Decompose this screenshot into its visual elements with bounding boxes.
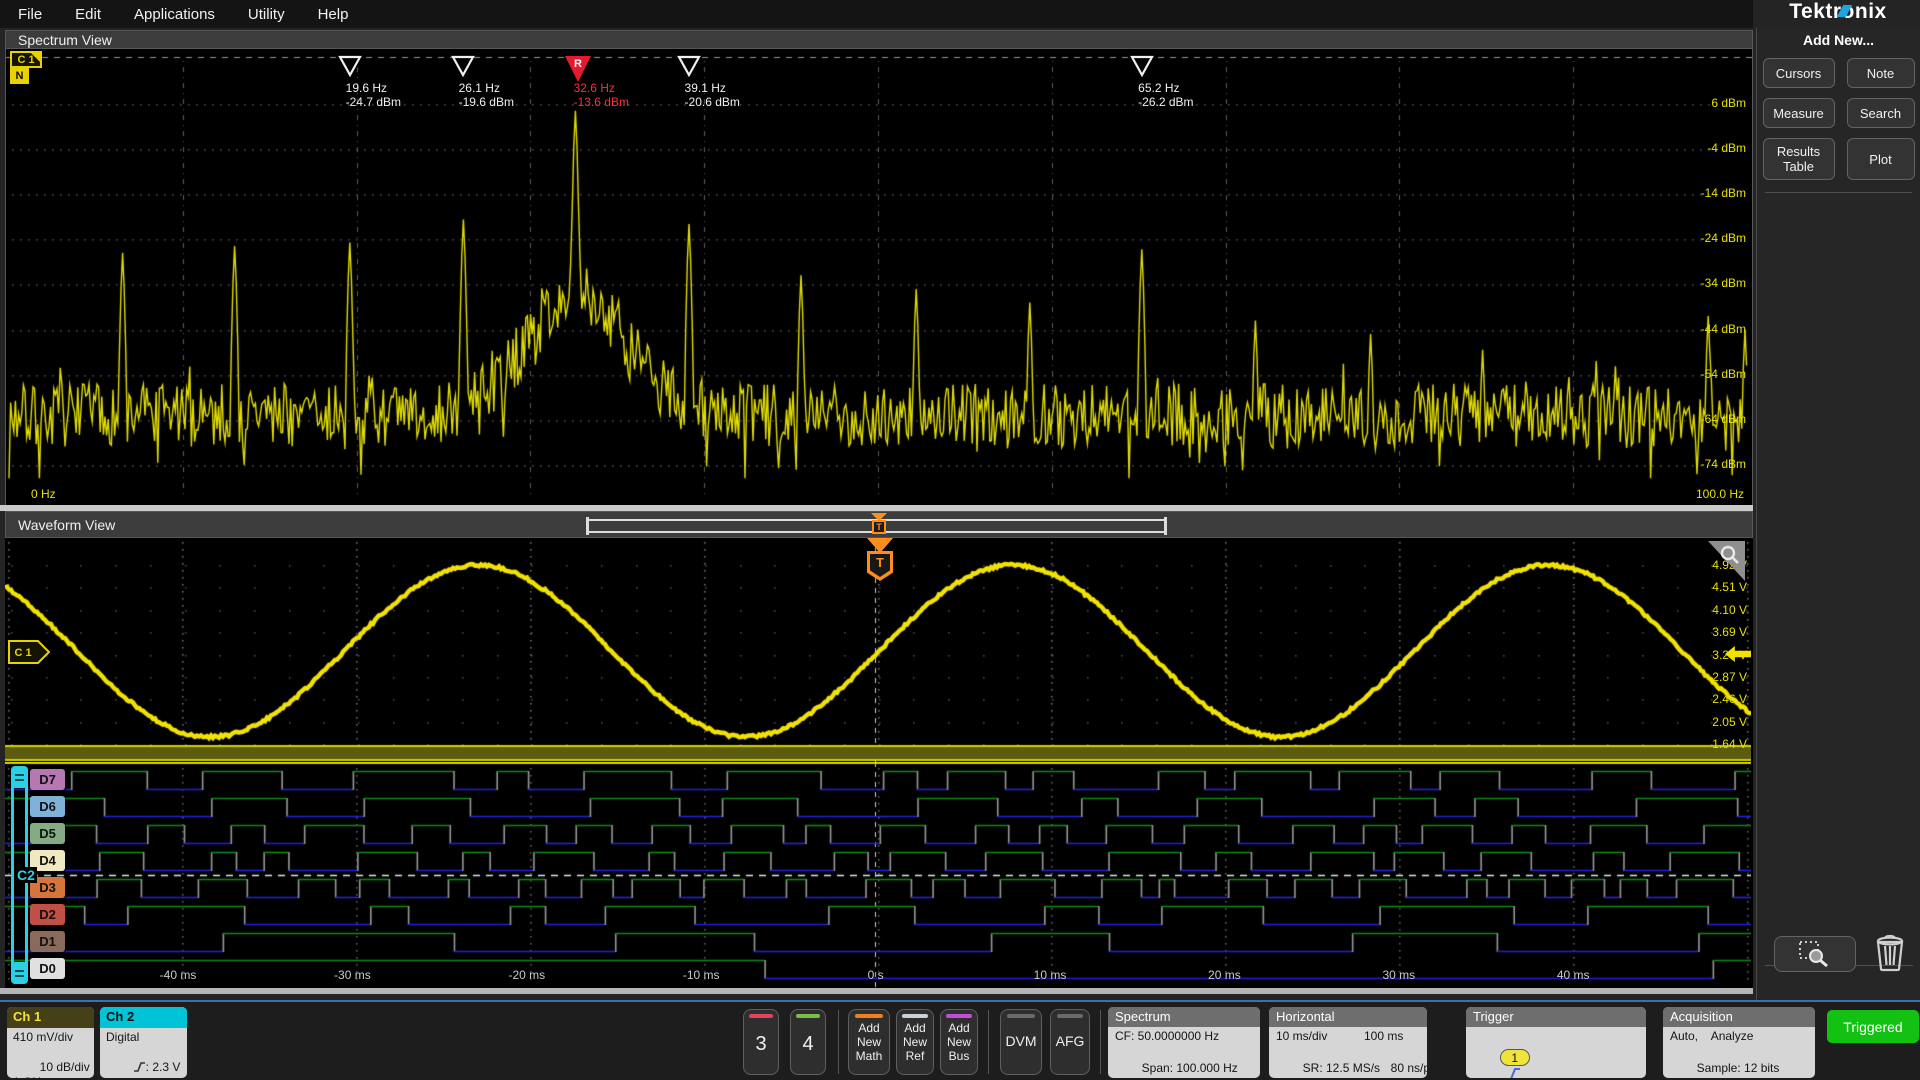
menu-edit[interactable]: Edit	[75, 6, 101, 23]
spectrum-trace-mode-badge[interactable]: N	[10, 68, 29, 84]
bottom-control-bar: Ch 1 410 mV/div 10 dB/div1 GHz Ch 2 Digi…	[0, 1000, 1920, 1080]
add-plot-button[interactable]: Plot	[1846, 138, 1915, 180]
time-tick-label: 40 ms	[1556, 968, 1590, 982]
spectrum-graticule[interactable]: C 1 N 19.6 Hz -24.7 dBm 26.1 Hz -19.6 dBm R 3…	[5, 49, 1753, 505]
add-new-ref-button[interactable]: Add New Ref	[896, 1009, 934, 1075]
digital-group-grip-top[interactable]	[11, 766, 28, 788]
menu-help[interactable]: Help	[318, 6, 349, 23]
add-results-table-button[interactable]: Results Table	[1762, 138, 1835, 180]
digital-traces-canvas	[5, 762, 1751, 988]
tektronix-logo: Tektronix	[1789, 0, 1887, 23]
channel1-waveform-badge[interactable]: C 1	[8, 640, 50, 664]
add-new-header: Add New...	[1802, 32, 1875, 48]
horizontal-settings-panel[interactable]: Horizontal 10 ms/div SR: 12.5 MS/sRL: 1.…	[1269, 1007, 1427, 1078]
time-tick-label: 10 ms	[1033, 968, 1067, 982]
digital-badge-d5[interactable]: D5	[30, 823, 65, 844]
magnifier-icon	[1720, 545, 1739, 564]
menu-bar: File Edit Applications Utility Help	[0, 0, 1753, 28]
oscilloscope-app: File Edit Applications Utility Help Tekt…	[0, 0, 1920, 1080]
trash-button[interactable]	[1871, 932, 1909, 972]
channel1-badge[interactable]: Ch 1 410 mV/div 10 dB/div1 GHz	[7, 1007, 94, 1078]
waveform-view-titlebar[interactable]: Waveform View T	[5, 511, 1753, 538]
panel-splitter[interactable]	[0, 988, 1753, 994]
time-tick-label: -20 ms	[508, 968, 546, 982]
menu-file[interactable]: File	[18, 6, 42, 23]
channel4-button[interactable]: 4	[790, 1009, 826, 1075]
zoom-region-button[interactable]	[1774, 936, 1856, 972]
trigger-position-indicator[interactable]: T	[870, 513, 888, 538]
time-tick-label: 20 ms	[1208, 968, 1241, 982]
channel4-color-stripe	[796, 1014, 820, 1018]
ref-color-stripe	[902, 1014, 928, 1018]
acquisition-settings-panel[interactable]: Acquisition Auto, Analyze Sample: 12 bit…	[1663, 1007, 1815, 1078]
sidebar-divider	[1765, 192, 1912, 193]
svg-text:C 1: C 1	[14, 647, 31, 659]
math-color-stripe	[855, 1014, 883, 1018]
afg-button[interactable]: AFG	[1050, 1009, 1090, 1075]
time-tick-label: 0 s	[867, 968, 884, 982]
digital-badge-d6[interactable]: D6	[30, 796, 65, 817]
add-note-button[interactable]: Note	[1846, 58, 1915, 88]
badge-fold-icon	[29, 51, 42, 64]
add-search-button[interactable]: Search	[1846, 98, 1915, 128]
waveform-view-title: Waveform View	[18, 516, 116, 533]
rising-edge-icon	[1505, 1068, 1520, 1078]
trigger-settings-panel[interactable]: Trigger 1 3.31 V	[1466, 1007, 1646, 1078]
trash-icon	[1876, 934, 1904, 972]
digital-channels-view[interactable]: D7 D6 D5 D4 D3 D2 D1 D0 C2 -40 ms -30 ms -…	[5, 762, 1753, 988]
add-measure-button[interactable]: Measure	[1762, 98, 1835, 128]
digital-badge-d7[interactable]: D7	[30, 769, 65, 790]
divider	[1100, 1010, 1101, 1074]
spectrum-view-titlebar[interactable]: Spectrum View	[5, 30, 1753, 49]
channel3-color-stripe	[749, 1014, 773, 1018]
time-tick-label: -40 ms	[159, 968, 197, 982]
trigger-status-badge: Triggered	[1827, 1010, 1919, 1043]
channel3-button[interactable]: 3	[743, 1009, 779, 1075]
dvm-color-stripe	[1007, 1014, 1035, 1018]
spectrum-source-badge[interactable]: C 1	[10, 51, 42, 68]
channel2-badge[interactable]: Ch 2 Digital : 2.3 V	[100, 1007, 187, 1078]
spectrum-trace-canvas	[6, 49, 1752, 505]
digital-badge-d0[interactable]: D0	[30, 958, 65, 979]
time-tick-label: -30 ms	[334, 968, 371, 982]
threshold-edge-icon	[133, 1062, 145, 1072]
trigger-arrow-icon	[867, 538, 893, 553]
dvm-button[interactable]: DVM	[1000, 1009, 1042, 1075]
menu-utility[interactable]: Utility	[248, 6, 285, 23]
digital-group-grip-bottom[interactable]	[11, 962, 28, 984]
add-new-math-button[interactable]: Add New Math	[848, 1009, 890, 1075]
zoom-region-icon	[1799, 941, 1828, 968]
menu-applications[interactable]: Applications	[134, 6, 215, 23]
time-tick-label: 30 ms	[1382, 968, 1416, 982]
add-new-bus-button[interactable]: Add New Bus	[940, 1009, 978, 1075]
divider	[838, 1010, 839, 1074]
waveform-graticule[interactable]: T C 1 4.92 V4.51 V4.10 V3.69 V3.28 V2.87…	[5, 538, 1753, 762]
trigger-source-pill: 1	[1499, 1049, 1530, 1066]
digital-badge-d2[interactable]: D2	[30, 904, 65, 925]
trigger-marker[interactable]: T	[866, 538, 894, 586]
afg-color-stripe	[1056, 1014, 1084, 1018]
spectrum-settings-panel[interactable]: Spectrum CF: 50.0000000 Hz Span: 100.000…	[1108, 1007, 1260, 1078]
channel2-bus-label[interactable]: C2	[15, 867, 37, 883]
digital-badge-d1[interactable]: D1	[30, 931, 65, 952]
add-cursors-button[interactable]: Cursors	[1762, 58, 1835, 88]
results-sidebar: Add New... Cursors Note Measure Search R…	[1756, 28, 1920, 1000]
divider	[988, 1010, 989, 1074]
bus-color-stripe	[946, 1014, 972, 1018]
time-tick-label: -10 ms	[682, 968, 720, 982]
spectrum-view-title: Spectrum View	[18, 31, 112, 48]
